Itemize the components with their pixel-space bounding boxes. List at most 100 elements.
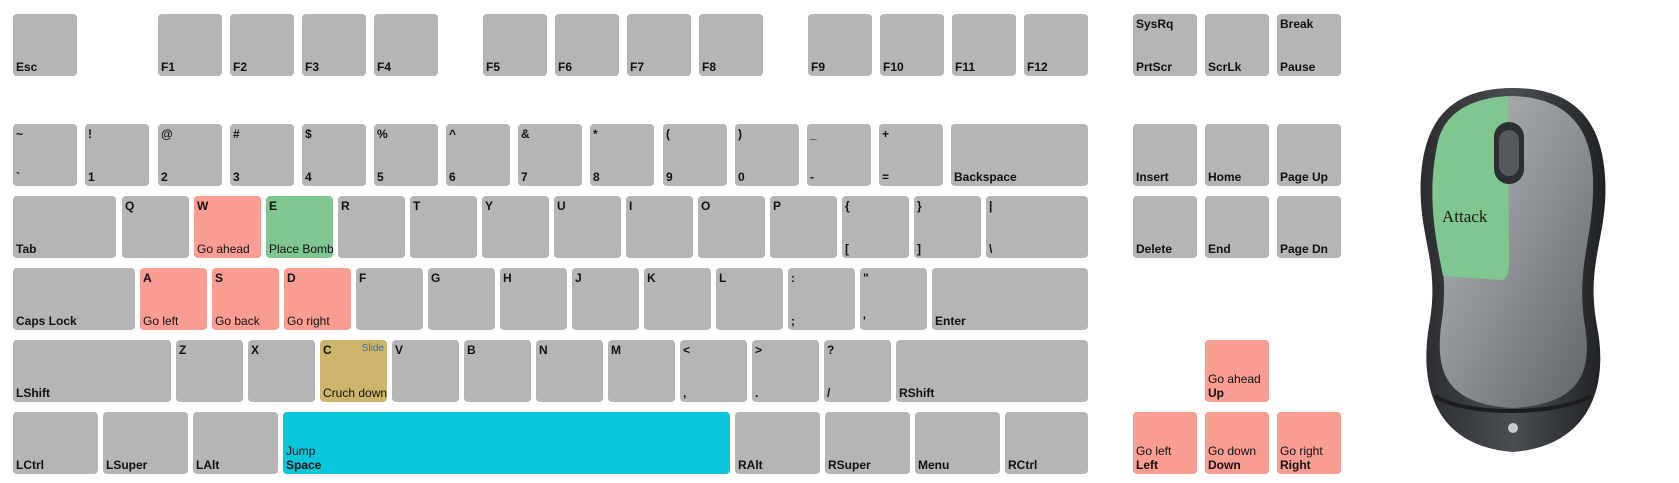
key-tab[interactable]: Tab [13,196,116,258]
key-n4[interactable]: $4 [302,124,366,186]
key-home[interactable]: Home [1205,124,1269,186]
key-n2[interactable]: @2 [158,124,222,186]
key-esc[interactable]: Esc [13,14,77,76]
key-enter[interactable]: Enter [932,268,1088,330]
key-x[interactable]: X [248,340,315,402]
key-backspace[interactable]: Backspace [951,124,1088,186]
key-j[interactable]: J [572,268,639,330]
key-insert[interactable]: Insert [1133,124,1197,186]
key-f[interactable]: F [356,268,423,330]
key-e[interactable]: E Place Bomb [266,196,334,258]
key-top-label: & [521,127,530,141]
key-o[interactable]: O [698,196,765,258]
key-z[interactable]: Z [176,340,243,402]
key-lalt[interactable]: LAlt [193,412,278,474]
key-pageup[interactable]: Page Up [1277,124,1341,186]
key-d[interactable]: D Go right [284,268,351,330]
key-f4[interactable]: F4 [374,14,438,76]
key-rsuper[interactable]: RSuper [825,412,910,474]
key-p[interactable]: P [770,196,837,258]
key-f10[interactable]: F10 [880,14,944,76]
key-quote[interactable]: " ' [860,268,927,330]
key-top-label: Q [125,199,135,213]
key-f6[interactable]: F6 [555,14,619,76]
key-u[interactable]: U [554,196,621,258]
key-y[interactable]: Y [482,196,549,258]
key-i[interactable]: I [626,196,693,258]
key-grave[interactable]: ~ ` [13,124,77,186]
key-r[interactable]: R [338,196,405,258]
key-n[interactable]: N [536,340,603,402]
key-pagedn[interactable]: Page Dn [1277,196,1341,258]
key-left[interactable]: Go left Left [1133,412,1197,474]
key-n5[interactable]: % 5 [374,124,438,186]
key-f7[interactable]: F7 [627,14,691,76]
key-n8[interactable]: * 8 [590,124,654,186]
key-ralt[interactable]: RAlt [735,412,820,474]
key-f12[interactable]: F12 [1024,14,1088,76]
key-s[interactable]: S Go back [212,268,279,330]
key-bottom-label: 8 [593,170,600,184]
key-bottom-label: Tab [16,242,37,256]
key-a[interactable]: A Go left [140,268,207,330]
key-menu[interactable]: Menu [915,412,1000,474]
key-top-label: H [503,271,512,285]
key-k[interactable]: K [644,268,711,330]
key-n6[interactable]: ^ 6 [446,124,510,186]
key-comma[interactable]: <, [680,340,747,402]
key-lshift[interactable]: LShift [13,340,171,402]
key-b[interactable]: B [464,340,531,402]
key-period[interactable]: >. [752,340,819,402]
key-rctrl[interactable]: RCtrl [1005,412,1088,474]
key-prtscr[interactable]: SysRq PrtScr [1133,14,1197,76]
key-v[interactable]: V [392,340,459,402]
key-f3[interactable]: F3 [302,14,366,76]
key-f11[interactable]: F11 [952,14,1016,76]
key-bottom-label: Space [286,458,322,472]
key-function-label: Go left [143,314,179,328]
key-n0[interactable]: ) 0 [735,124,799,186]
key-q[interactable]: Q [122,196,189,258]
key-f8[interactable]: F8 [699,14,763,76]
key-f9[interactable]: F9 [808,14,872,76]
key-f1[interactable]: F1 [158,14,222,76]
key-down[interactable]: Go down Down [1205,412,1269,474]
key-right[interactable]: Go right Right [1277,412,1341,474]
key-minus[interactable]: _ - [807,124,871,186]
key-backslash[interactable]: | \ [986,196,1088,258]
key-slash[interactable]: ? / [824,340,891,402]
key-n3[interactable]: #3 [230,124,294,186]
key-rbrace[interactable]: }] [914,196,981,258]
key-pause[interactable]: Break Pause [1277,14,1341,76]
key-h[interactable]: H [500,268,567,330]
key-f5[interactable]: F5 [483,14,547,76]
key-top-label: ! [88,127,92,141]
key-rshift[interactable]: RShift [896,340,1088,402]
key-n7[interactable]: & 7 [518,124,582,186]
key-c[interactable]: C Cruch down Slide [320,340,387,402]
key-bottom-label: LSuper [106,458,148,472]
key-w[interactable]: W Go ahead [194,196,261,258]
key-top-label: R [341,199,350,213]
key-t[interactable]: T [410,196,477,258]
key-lbrace[interactable]: {[ [842,196,909,258]
key-semicolon[interactable]: :; [788,268,855,330]
key-n9[interactable]: (9 [663,124,727,186]
key-f2[interactable]: F2 [230,14,294,76]
key-g[interactable]: G [428,268,495,330]
key-bottom-label: ] [917,242,921,256]
key-m[interactable]: M [608,340,675,402]
key-bottom-label: F8 [702,60,717,74]
key-lsuper[interactable]: LSuper [103,412,188,474]
key-equals[interactable]: + = [879,124,943,186]
key-bottom-label: Insert [1136,170,1169,184]
key-scrlk[interactable]: ScrLk [1205,14,1269,76]
key-up[interactable]: Go ahead Up [1205,340,1269,402]
key-l[interactable]: L [716,268,783,330]
key-capslock[interactable]: Caps Lock [13,268,135,330]
key-n1[interactable]: ! 1 [85,124,149,186]
key-delete[interactable]: Delete [1133,196,1197,258]
key-end[interactable]: End [1205,196,1269,258]
key-lctrl[interactable]: LCtrl [13,412,98,474]
key-space[interactable]: Jump Space [283,412,730,474]
